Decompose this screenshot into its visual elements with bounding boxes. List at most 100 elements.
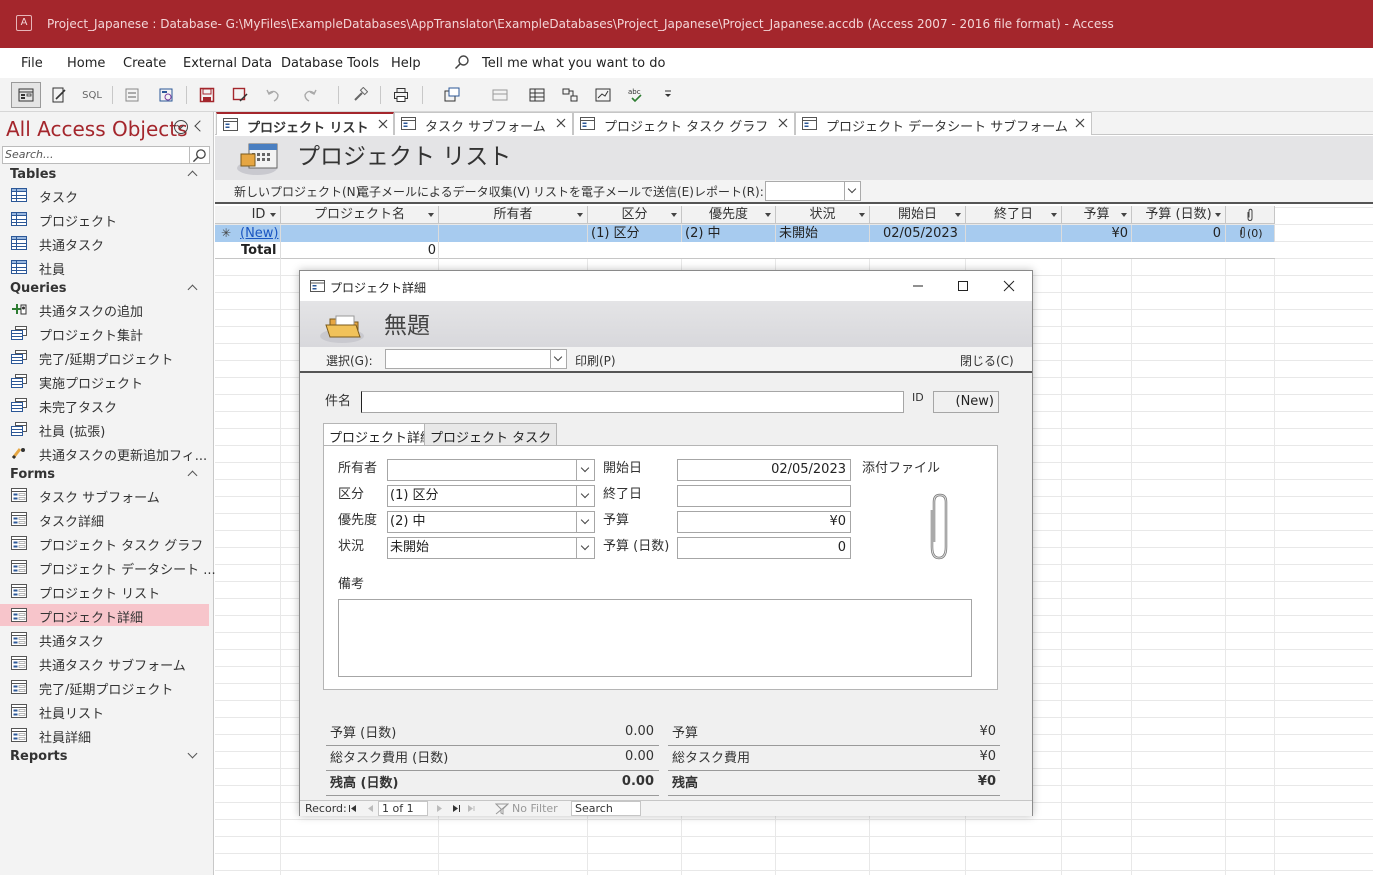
print-button[interactable]: 印刷(P) xyxy=(575,352,616,369)
new-record-nav-icon[interactable] xyxy=(466,804,476,813)
tab-project-detail[interactable]: プロジェクト詳細 xyxy=(323,423,440,446)
nav-item-table[interactable]: 共通タスク xyxy=(0,232,209,254)
spelling-button[interactable]: abc xyxy=(624,84,648,106)
record-position-input[interactable]: 1 of 1 xyxy=(378,801,428,816)
cell-budget-days[interactable]: 0 xyxy=(1132,225,1226,242)
menu-database-tools[interactable]: Database Tools xyxy=(281,56,379,71)
cell-attachment[interactable]: (0) xyxy=(1226,225,1275,242)
section-queries[interactable]: Queries xyxy=(0,278,214,298)
tab-project-tasks[interactable]: プロジェクト タスク xyxy=(424,423,558,446)
nav-item-form[interactable]: タスク詳細 xyxy=(0,508,209,530)
cell-id[interactable]: (New) xyxy=(237,225,281,242)
close-icon[interactable] xyxy=(777,117,789,129)
tab-project-datasheet-subform[interactable]: プロジェクト データシート サブフォーム xyxy=(795,112,1092,135)
nav-item-querie[interactable]: 共通タスクの更新追加フィ... xyxy=(0,442,209,464)
undo-button[interactable] xyxy=(261,84,285,106)
cell-owner[interactable] xyxy=(439,225,588,242)
select-combo[interactable] xyxy=(385,349,567,369)
menu-create[interactable]: Create xyxy=(123,56,166,71)
sql-view-button[interactable]: SQL xyxy=(80,84,104,106)
budget-days-input[interactable]: 0 xyxy=(677,537,851,559)
cell-category[interactable]: (1) 区分 xyxy=(588,225,682,242)
close-icon[interactable] xyxy=(555,117,567,129)
nav-item-form[interactable]: 共通タスク サブフォーム xyxy=(0,652,209,674)
nav-item-table[interactable]: プロジェクト xyxy=(0,208,209,230)
owner-combo[interactable] xyxy=(387,459,595,481)
chevron-down-icon[interactable] xyxy=(576,538,594,558)
chevron-down-icon[interactable] xyxy=(576,460,594,480)
nav-item-form[interactable]: 社員詳細 xyxy=(0,724,209,746)
tab-task-subform[interactable]: タスク サブフォーム xyxy=(394,112,573,135)
chevron-down-icon[interactable] xyxy=(174,120,188,134)
menu-external-data[interactable]: External Data xyxy=(183,56,272,71)
cell-end-date[interactable] xyxy=(966,225,1062,242)
nav-pane-title[interactable]: All Access Objects xyxy=(6,117,188,141)
chart-button[interactable] xyxy=(591,84,615,106)
cell-status[interactable]: 未開始 xyxy=(776,225,870,242)
nav-item-form[interactable]: 完了/延期プロジェクト xyxy=(0,676,209,698)
menu-help[interactable]: Help xyxy=(391,56,421,71)
new-project-button[interactable]: 新しいプロジェクト(N) xyxy=(234,183,360,200)
status-combo[interactable]: 未開始 xyxy=(387,537,595,559)
column-header-status[interactable]: 状況 xyxy=(776,206,870,224)
nav-item-form[interactable]: 社員リスト xyxy=(0,700,209,722)
category-combo[interactable]: (1) 区分 xyxy=(387,485,595,507)
relationships-button[interactable] xyxy=(558,84,582,106)
design-view-button[interactable] xyxy=(47,84,71,106)
cell-priority[interactable]: (2) 中 xyxy=(682,225,776,242)
start-date-input[interactable]: 02/05/2023 xyxy=(677,459,851,481)
record-search-input[interactable]: Search xyxy=(571,801,641,816)
save-button[interactable] xyxy=(195,84,219,106)
nav-item-form[interactable]: プロジェクト データシート ... xyxy=(0,556,216,578)
column-header-id[interactable]: ID xyxy=(237,206,281,224)
nav-item-form[interactable]: プロジェクト タスク グラフ xyxy=(0,532,209,554)
tell-me-box[interactable]: Tell me what you want to do xyxy=(482,56,665,71)
nav-item-querie[interactable]: 共通タスクの追加 xyxy=(0,298,209,320)
column-header-start-date[interactable]: 開始日 xyxy=(870,206,966,224)
nav-item-form[interactable]: プロジェクト リスト xyxy=(0,580,209,602)
filter-status[interactable]: No Filter xyxy=(512,802,558,815)
nav-search-input[interactable]: Search... xyxy=(2,146,190,164)
maximize-icon[interactable] xyxy=(952,276,974,296)
section-reports[interactable]: Reports xyxy=(0,746,214,766)
minimize-icon[interactable] xyxy=(907,276,929,296)
tab-project-list[interactable]: プロジェクト リスト xyxy=(216,112,394,136)
tab-project-task-graph[interactable]: プロジェクト タスク グラフ xyxy=(573,112,795,135)
column-header-attachment[interactable] xyxy=(1226,206,1275,224)
close-icon[interactable] xyxy=(377,118,389,130)
form-wizard-button[interactable] xyxy=(120,84,144,106)
section-tables[interactable]: Tables xyxy=(0,164,214,184)
email-list-button[interactable]: リストを電子メールで送信(E) xyxy=(533,183,694,200)
end-date-input[interactable] xyxy=(677,485,851,507)
column-header-priority[interactable]: 優先度 xyxy=(682,206,776,224)
column-header-owner[interactable]: 所有者 xyxy=(439,206,588,224)
chevron-down-icon[interactable] xyxy=(576,486,594,506)
nav-item-querie[interactable]: 未完了タスク xyxy=(0,394,209,416)
format-painter-button[interactable] xyxy=(348,84,372,106)
nav-item-form[interactable]: プロジェクト詳細 xyxy=(0,604,209,626)
form-view-button[interactable] xyxy=(11,82,41,108)
close-icon[interactable] xyxy=(998,276,1020,296)
column-header-end-date[interactable]: 終了日 xyxy=(966,206,1062,224)
nav-item-table[interactable]: 社員 xyxy=(0,256,209,278)
menu-home[interactable]: Home xyxy=(67,56,105,71)
column-header-category[interactable]: 区分 xyxy=(588,206,682,224)
nav-item-querie[interactable]: プロジェクト集計 xyxy=(0,322,209,344)
table-row-new[interactable]: ✳ (New) (1) 区分 (2) 中 未開始 02/05/2023 ¥0 0… xyxy=(215,225,1275,242)
budget-input[interactable]: ¥0 xyxy=(677,511,851,533)
section-forms[interactable]: Forms xyxy=(0,464,214,484)
chevron-down-icon[interactable] xyxy=(576,512,594,532)
close-icon[interactable] xyxy=(1074,117,1086,129)
subject-input[interactable] xyxy=(361,391,904,413)
save-as-button[interactable] xyxy=(228,84,252,106)
collapse-pane-icon[interactable] xyxy=(194,120,206,132)
datasheet-button[interactable] xyxy=(525,84,549,106)
cell-project-name[interactable] xyxy=(281,225,439,242)
menu-file[interactable]: File xyxy=(21,56,43,71)
grid-dropdown[interactable] xyxy=(482,84,518,106)
nav-item-form[interactable]: タスク サブフォーム xyxy=(0,484,209,506)
controls-dropdown[interactable] xyxy=(434,84,470,106)
previous-record-icon[interactable] xyxy=(366,804,376,813)
chevron-down-icon[interactable] xyxy=(550,350,566,368)
customize-toolbar-button[interactable] xyxy=(656,84,680,106)
